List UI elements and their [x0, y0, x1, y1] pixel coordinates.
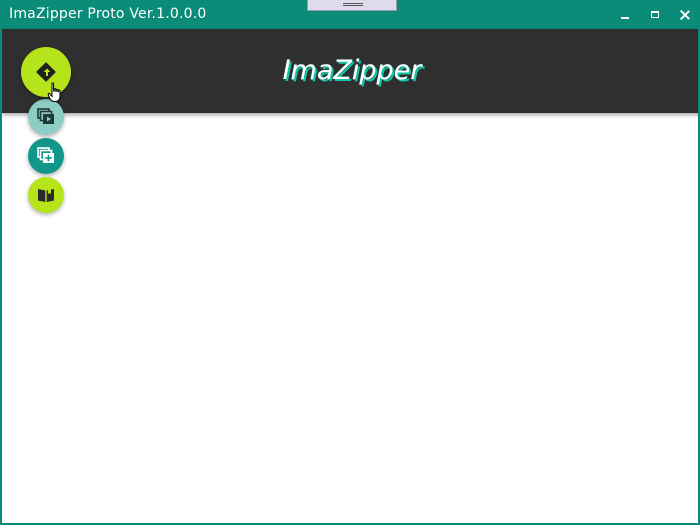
diamond-arrow-icon	[36, 62, 56, 82]
window-title: ImaZipper Proto Ver.1.0.0.0	[9, 6, 207, 22]
main-content-area	[2, 113, 698, 523]
drag-handle[interactable]	[307, 0, 397, 11]
fab-reader-button[interactable]	[28, 177, 64, 213]
title-bar[interactable]: ImaZipper Proto Ver.1.0.0.0	[2, 0, 698, 29]
fab-add-images-button[interactable]	[28, 138, 64, 174]
close-icon	[680, 10, 690, 20]
minimize-button[interactable]	[610, 0, 640, 29]
app-header: ImaZipper	[2, 29, 698, 113]
minimize-icon	[621, 16, 629, 19]
grip-icon	[343, 3, 363, 6]
app-window: ImaZipper Proto Ver.1.0.0.0 ImaZipper	[0, 0, 700, 525]
open-book-icon	[38, 187, 54, 202]
app-brand-title: ImaZipper	[282, 55, 422, 86]
maximize-button[interactable]	[640, 0, 670, 29]
image-stack-play-icon	[37, 108, 54, 124]
maximize-icon	[651, 11, 659, 18]
hand-cursor-icon	[47, 82, 61, 102]
close-button[interactable]	[670, 0, 698, 29]
image-stack-add-icon	[37, 147, 54, 163]
fab-slideshow-button[interactable]	[28, 99, 64, 135]
